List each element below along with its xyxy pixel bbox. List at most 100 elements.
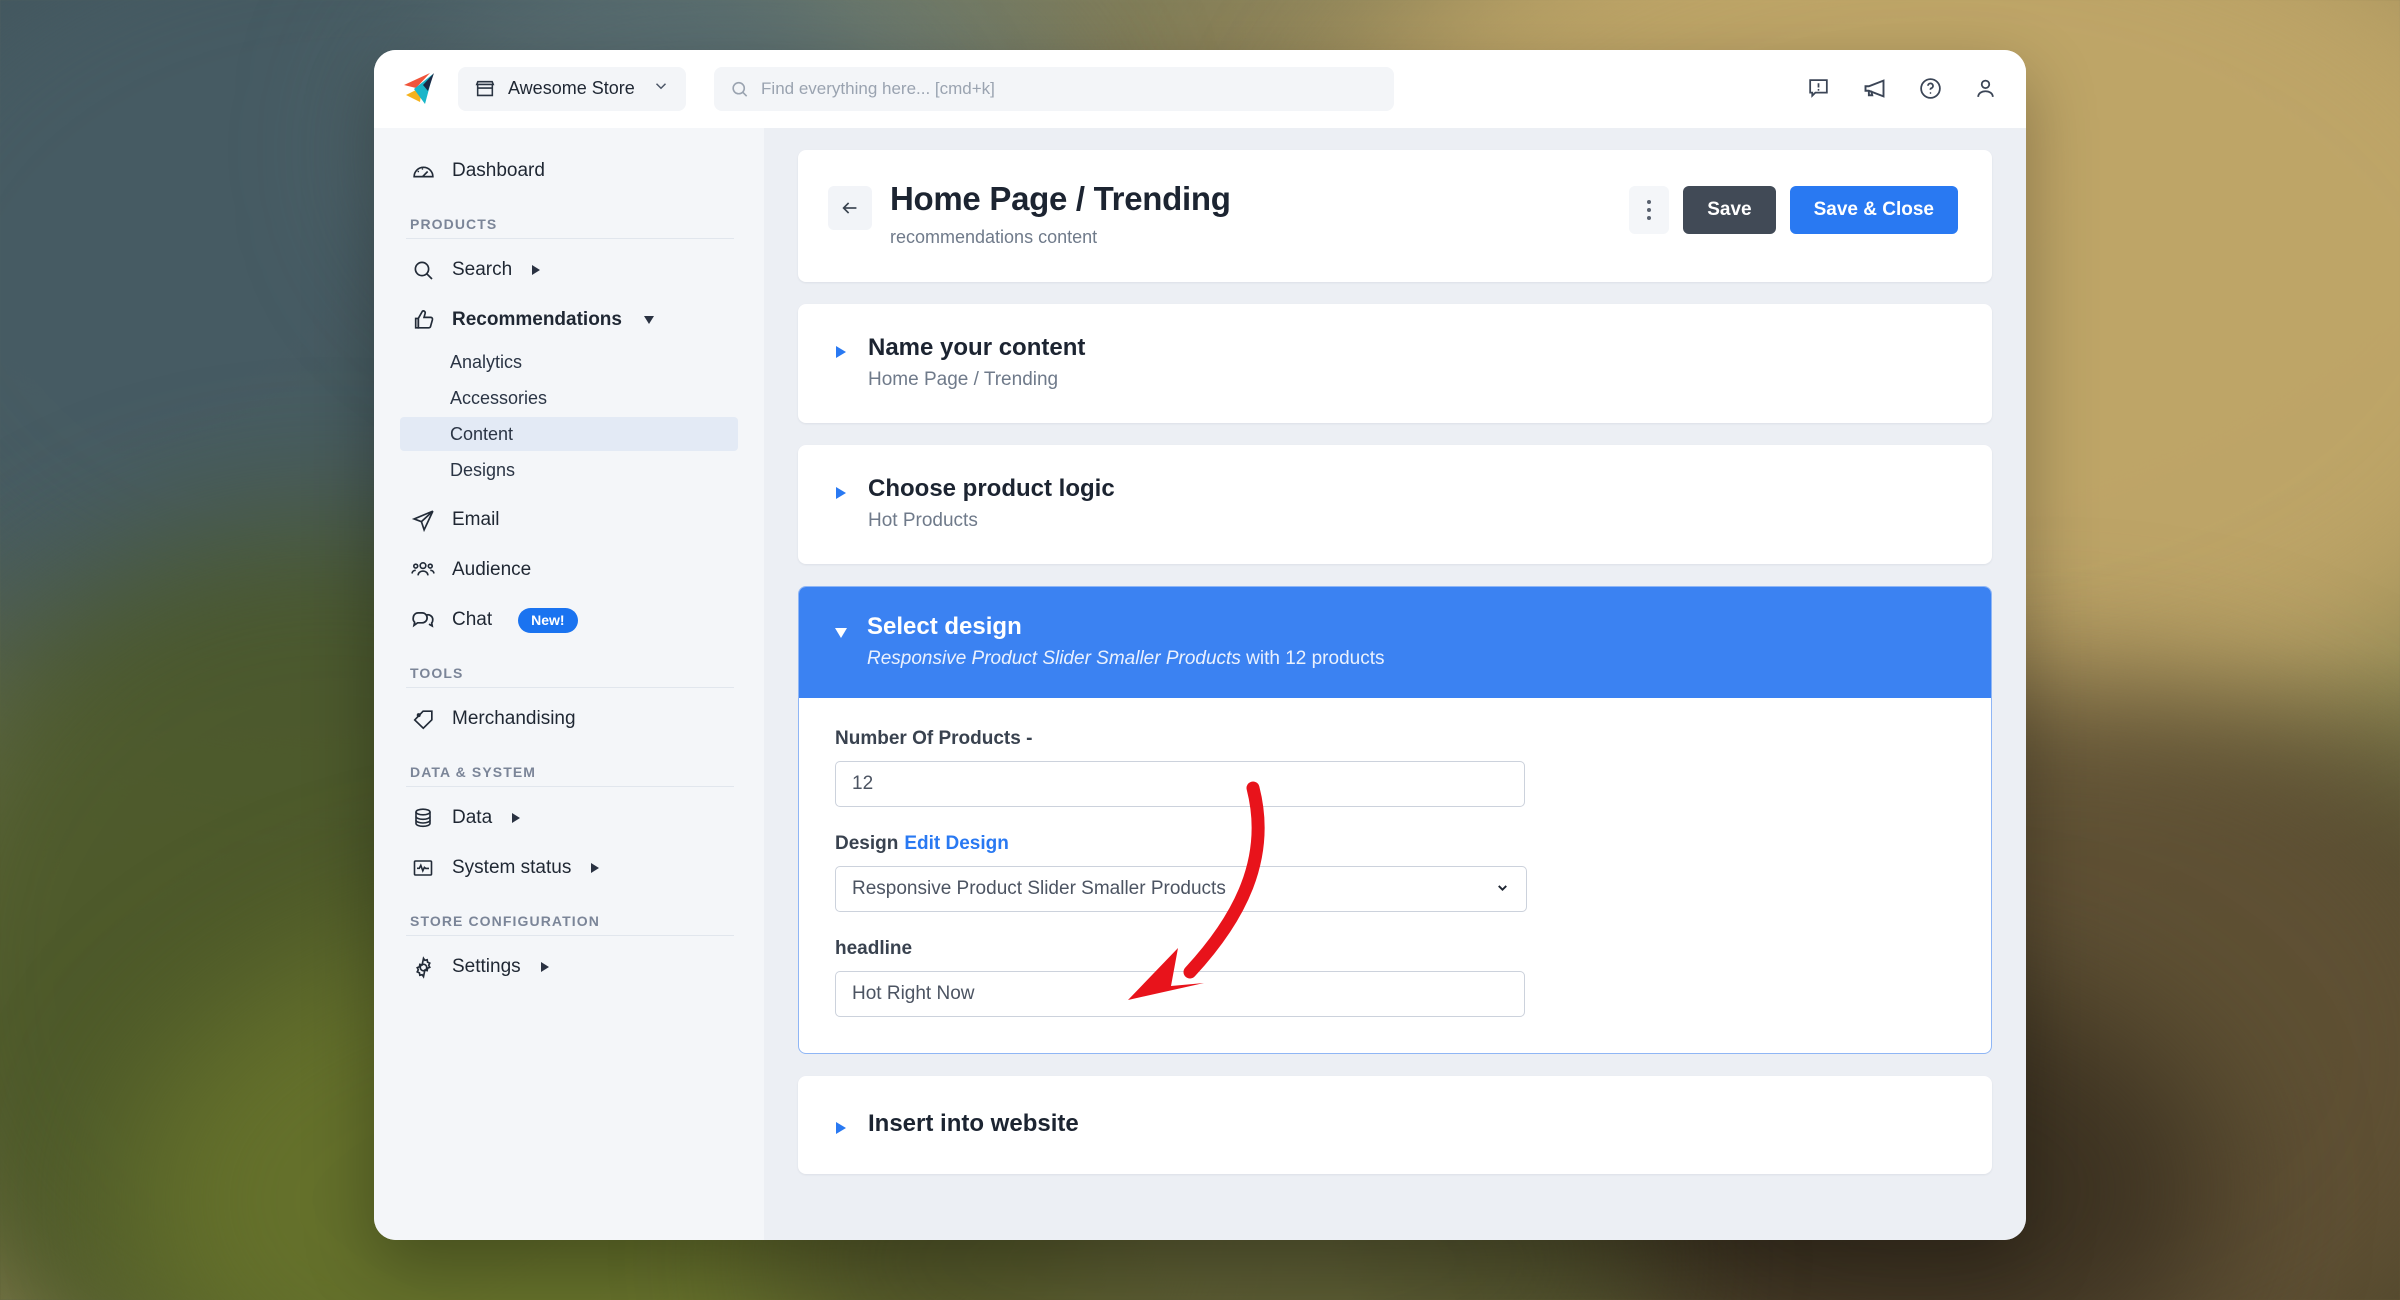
section-subtitle-design-name: Responsive Product Slider Smaller Produc… [867,648,1241,669]
section-title: Choose product logic [868,475,1115,502]
sidebar-item-label: Search [452,259,513,280]
save-and-close-button[interactable]: Save & Close [1789,186,1958,234]
thumbs-up-icon [410,307,436,333]
status-badge-new: New! [518,607,578,633]
dashboard-gauge-icon [410,158,436,184]
section-insert-into-website[interactable]: Insert into website [798,1076,1992,1174]
sidebar-group-store-config-label: STORE CONFIGURATION [410,913,600,929]
design-select[interactable]: Responsive Product Slider Smaller Produc… [835,866,1527,912]
sidebar-item-search[interactable]: Search [400,245,738,295]
sidebar-group-data-label: DATA & SYSTEM [410,764,537,780]
section-select-design: Select design Responsive Product Slider … [798,586,1992,1054]
sidebar-item-label: Settings [452,956,521,977]
sidebar-group-tools-label: TOOLS [410,665,464,681]
section-title: Name your content [868,334,1086,361]
caret-down-icon [643,316,654,324]
section-choose-product-logic[interactable]: Choose product logic Hot Products [798,445,1992,564]
store-name-label: Awesome Store [508,78,635,98]
chevron-down-icon [652,77,670,100]
sidebar-item-merchandising[interactable]: Merchandising [400,694,738,744]
section-subtitle: Responsive Product Slider Smaller Produc… [867,648,1384,670]
sidebar-item-chat[interactable]: Chat New! [400,595,738,645]
page-header-card: Home Page / Trending recommendations con… [798,150,1992,282]
global-search[interactable] [714,66,1394,111]
sidebar-item-system-status[interactable]: System status [400,843,738,893]
caret-right-icon [836,1122,846,1134]
field-label: Number Of Products - [835,728,1033,749]
sidebar-subitem-label: Analytics [450,351,523,372]
tag-icon [410,706,436,732]
section-subtitle: Hot Products [868,510,978,531]
more-vertical-icon[interactable] [1629,186,1670,234]
caret-right-icon [836,346,846,358]
divider [406,238,734,239]
search-input[interactable] [761,78,1378,99]
announcements-megaphone-icon[interactable] [1861,75,1888,102]
search-icon [732,81,748,97]
sidebar-item-label: Dashboard [452,160,545,181]
paper-plane-icon [410,507,436,533]
alerts-icon[interactable] [1806,76,1831,101]
section-title: Select design [867,613,1022,640]
app-window: Awesome Store Find everything here... [c… [374,50,2026,1240]
sidebar-item-audience[interactable]: Audience [400,545,738,595]
caret-right-icon [591,863,600,873]
caret-right-icon [532,265,541,275]
field-headline: headline Hot Right Now [835,938,1957,1017]
sidebar-item-label: Chat [452,609,493,630]
sidebar-item-data[interactable]: Data [400,793,738,843]
sidebar-subitem-content[interactable]: Content [400,417,738,451]
divider [406,687,734,688]
section-select-design-header[interactable]: Select design Responsive Product Slider … [799,587,1991,698]
sidebar-subitem-accessories[interactable]: Accessories [400,381,738,415]
field-label: Design Edit Design [835,833,1957,855]
page-title: Home Page / Trending [890,180,1231,217]
divider [406,786,734,787]
pulse-monitor-icon [410,855,436,881]
sidebar-subitem-label: Designs [450,459,516,480]
sidebar-item-email[interactable]: Email [400,495,738,545]
sidebar-item-label: Data [452,807,493,828]
sidebar: Dashboard PRODUCTS Search Recommendation… [374,128,764,1240]
save-button[interactable]: Save [1683,186,1776,234]
chat-bubbles-icon [410,607,436,633]
caret-right-icon [512,813,521,823]
field-design: Design Edit Design Responsive Product Sli… [835,833,1957,912]
section-subtitle-rest: with 12 products [1240,648,1385,669]
page-subtitle: recommendations content [890,227,1098,247]
design-select-value: Responsive Product Slider Smaller Produc… [852,878,1226,899]
store-selector[interactable]: Awesome Store [458,66,686,111]
headline-input[interactable]: Hot Right Now [835,971,1525,1017]
sidebar-item-label: System status [452,857,572,878]
edit-design-link[interactable]: Edit Design [904,833,1009,854]
search-icon [410,257,436,283]
divider [406,935,734,936]
database-icon [410,805,436,831]
top-bar-actions [1806,75,1998,102]
sidebar-subitem-designs[interactable]: Designs [400,453,738,487]
field-number-of-products: Number Of Products - 12 [835,728,1957,807]
caret-down-icon [835,628,847,638]
back-button[interactable] [828,186,872,230]
user-account-icon[interactable] [1973,76,1998,101]
store-icon [475,80,495,96]
sidebar-item-recommendations[interactable]: Recommendations [400,295,738,345]
gear-icon [410,954,436,980]
section-name-your-content[interactable]: Name your content Home Page / Trending [798,304,1992,423]
section-title: Insert into website [868,1110,1079,1137]
sidebar-item-label: Email [452,509,500,530]
arrow-left-icon [842,202,857,214]
caret-right-icon [836,487,846,499]
sidebar-item-dashboard[interactable]: Dashboard [400,146,738,196]
help-circle-icon[interactable] [1918,76,1943,101]
sidebar-subitem-label: Content [450,423,514,444]
paper-plane-logo-icon[interactable] [400,69,444,109]
people-icon [410,557,436,583]
main-content: Home Page / Trending recommendations con… [764,128,2026,1240]
sidebar-subitem-analytics[interactable]: Analytics [400,345,738,379]
number-of-products-input[interactable]: 12 [835,761,1525,807]
sidebar-item-label: Audience [452,559,532,580]
sidebar-subitem-label: Accessories [450,387,548,408]
select-design-form: Number Of Products - 12 Design Edit Desig… [799,698,1991,1053]
sidebar-item-settings[interactable]: Settings [400,942,738,992]
